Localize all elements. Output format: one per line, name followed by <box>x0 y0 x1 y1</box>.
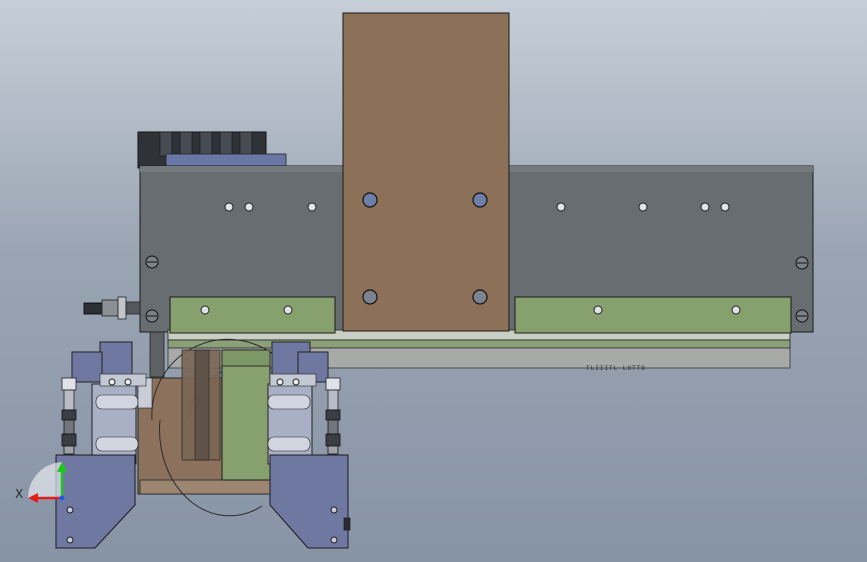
cad-model-view[interactable]: TLIIITL LOTTD X <box>0 0 867 562</box>
rail-text: TLIIITL LOTTD <box>586 365 646 372</box>
gripper-finger-center[interactable] <box>221 349 271 481</box>
air-fitting[interactable] <box>83 296 141 320</box>
servo-motor[interactable] <box>137 131 287 169</box>
rail-guide-left[interactable] <box>169 296 336 334</box>
support-column <box>149 331 165 378</box>
carriage-plate[interactable] <box>342 12 510 332</box>
x-axis-label: X <box>15 487 23 501</box>
coordinate-triad: X <box>15 462 67 503</box>
cad-viewport[interactable]: TLIIITL LOTTD X <box>0 0 867 562</box>
sensor-left[interactable] <box>61 377 77 455</box>
sensor-right[interactable] <box>325 377 341 455</box>
rail-guide-right[interactable] <box>514 296 792 334</box>
